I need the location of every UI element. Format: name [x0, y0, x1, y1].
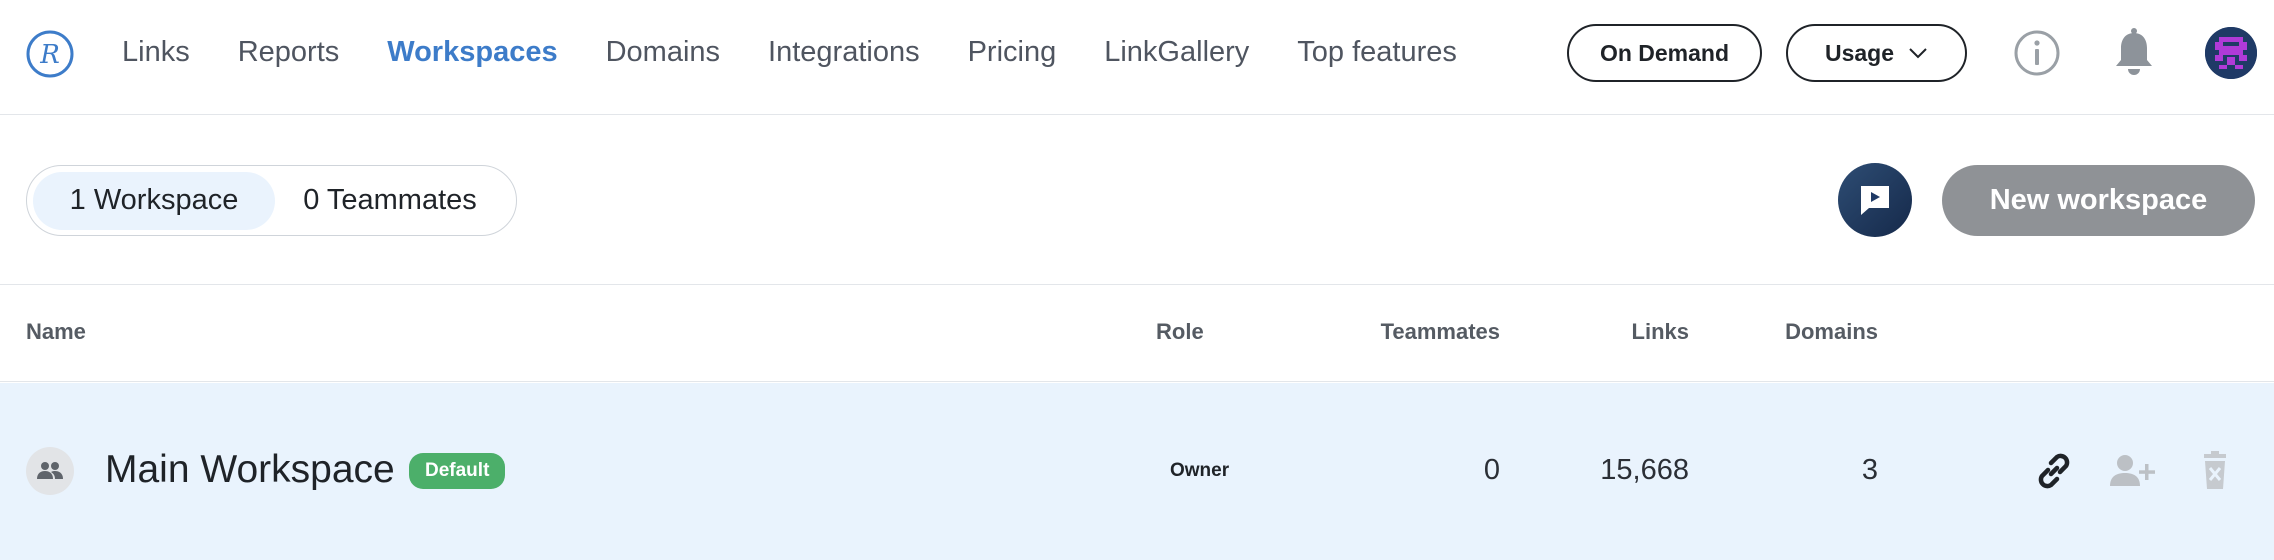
column-header-links[interactable]: Links [1632, 319, 1689, 345]
chevron-down-icon [1909, 48, 1927, 59]
nav-domains[interactable]: Domains [606, 36, 720, 69]
bell-icon[interactable] [2110, 27, 2158, 79]
workspace-links-count: 15,668 [1600, 454, 1689, 486]
view-toggle: 1 Workspace 0 Teammates [26, 165, 517, 236]
nav-links[interactable]: Links [122, 36, 190, 69]
column-header-teammates[interactable]: Teammates [1381, 319, 1500, 345]
workspace-icon [26, 447, 74, 495]
svg-text:R: R [39, 40, 60, 70]
pixel-avatar-icon [2205, 27, 2257, 79]
new-workspace-label: New workspace [1989, 184, 2208, 216]
tab-workspaces[interactable]: 1 Workspace [33, 171, 275, 230]
video-help-button[interactable] [1838, 163, 1912, 237]
on-demand-button[interactable]: On Demand [1567, 24, 1762, 82]
workspaces-toolbar: 1 Workspace 0 Teammates New workspace [0, 115, 2274, 285]
tab-teammates[interactable]: 0 Teammates [275, 172, 505, 230]
nav-pricing[interactable]: Pricing [968, 36, 1057, 69]
workspace-teammates-count: 0 [1483, 454, 1500, 486]
column-header-domains[interactable]: Domains [1785, 319, 1878, 345]
column-header-role[interactable]: Role [1156, 319, 1204, 345]
main-nav: Links Reports Workspaces Domains Integra… [122, 0, 1505, 105]
usage-label: Usage [1824, 39, 1895, 66]
user-avatar[interactable] [2205, 27, 2257, 79]
workspace-name[interactable]: Main Workspace [105, 448, 395, 492]
nav-top-features[interactable]: Top features [1297, 36, 1457, 69]
nav-workspaces[interactable]: Workspaces [387, 36, 557, 69]
rebrandly-logo-icon[interactable]: R [25, 29, 75, 79]
new-workspace-button[interactable]: New workspace [1942, 165, 2255, 236]
usage-dropdown-button[interactable]: Usage [1786, 24, 1967, 82]
workspace-role: Owner [1170, 460, 1230, 481]
delete-icon[interactable] [2190, 446, 2240, 496]
nav-integrations[interactable]: Integrations [768, 36, 920, 69]
on-demand-label: On Demand [1599, 39, 1730, 66]
table-header: Name Role Teammates Links Domains [0, 286, 2274, 382]
add-teammate-icon[interactable] [2107, 446, 2157, 496]
nav-reports[interactable]: Reports [238, 36, 340, 69]
group-icon [37, 462, 63, 479]
default-badge: Default [409, 453, 506, 489]
workspace-domains-count: 3 [1861, 454, 1878, 486]
info-icon[interactable] [2013, 29, 2061, 77]
top-navigation-bar: R Links Reports Workspaces Domains Integ… [0, 0, 2274, 115]
table-row[interactable]: Main Workspace Default Owner 0 15,668 3 [0, 383, 2274, 560]
nav-linkgallery[interactable]: LinkGallery [1104, 36, 1249, 69]
video-help-icon [1861, 186, 1889, 215]
tab-workspaces-label: 1 Workspace [69, 184, 239, 216]
link-icon[interactable] [2029, 446, 2079, 496]
column-header-name[interactable]: Name [26, 319, 86, 345]
tab-teammates-label: 0 Teammates [303, 184, 477, 216]
